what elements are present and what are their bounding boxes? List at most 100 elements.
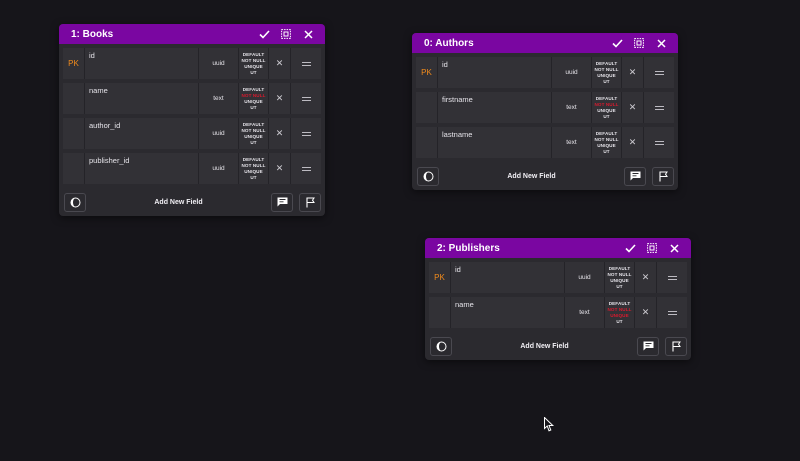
field-constraints[interactable]: DEFAULT NOT NULL UNIQUE UT: [605, 297, 635, 328]
primary-key-label: [416, 127, 438, 158]
field-row[interactable]: publisher_id uuid DEFAULT NOT NULL UNIQU…: [63, 153, 321, 184]
comment-icon[interactable]: [637, 336, 659, 356]
field-row[interactable]: PK id uuid DEFAULT NOT NULL UNIQUE UT ✕: [429, 262, 687, 293]
field-type[interactable]: text: [552, 92, 592, 123]
comment-icon[interactable]: [271, 192, 293, 212]
add-new-field-button[interactable]: Add New Field: [452, 343, 637, 350]
drag-handle-icon[interactable]: [644, 57, 674, 88]
primary-key-label: PK: [63, 48, 85, 79]
delete-field-button[interactable]: ✕: [635, 262, 657, 293]
field-row[interactable]: author_id uuid DEFAULT NOT NULL UNIQUE U…: [63, 118, 321, 149]
field-constraints[interactable]: DEFAULT NOT NULL UNIQUE UT: [592, 127, 622, 158]
field-name[interactable]: name: [451, 297, 565, 328]
field-name[interactable]: lastname: [438, 127, 552, 158]
field-row[interactable]: name text DEFAULT NOT NULL UNIQUE UT ✕: [63, 83, 321, 114]
delete-field-button[interactable]: ✕: [269, 118, 291, 149]
select-all-icon[interactable]: [641, 238, 663, 258]
table-footer: Add New Field: [412, 162, 678, 190]
drag-handle-icon[interactable]: [644, 127, 674, 158]
field-constraints[interactable]: DEFAULT NOT NULL UNIQUE UT: [592, 57, 622, 88]
field-type[interactable]: uuid: [552, 57, 592, 88]
drag-handle-icon[interactable]: [291, 153, 321, 184]
drag-handle-icon[interactable]: [291, 48, 321, 79]
field-name[interactable]: author_id: [85, 118, 199, 149]
constraint-ut[interactable]: UT: [603, 114, 609, 120]
delete-x-icon: ✕: [275, 58, 284, 68]
primary-key-label: [63, 153, 85, 184]
check-icon[interactable]: [253, 24, 275, 44]
delete-field-button[interactable]: ✕: [622, 92, 644, 123]
constraint-ut[interactable]: UT: [250, 140, 256, 146]
field-type[interactable]: uuid: [199, 153, 239, 184]
delete-x-icon: ✕: [275, 128, 284, 138]
field-row[interactable]: PK id uuid DEFAULT NOT NULL UNIQUE UT ✕: [416, 57, 674, 88]
table-header[interactable]: 2: Publishers: [425, 238, 691, 258]
field-name[interactable]: publisher_id: [85, 153, 199, 184]
field-constraints[interactable]: DEFAULT NOT NULL UNIQUE UT: [239, 83, 269, 114]
field-name[interactable]: name: [85, 83, 199, 114]
field-name[interactable]: firstname: [438, 92, 552, 123]
field-type[interactable]: uuid: [199, 48, 239, 79]
field-row[interactable]: lastname text DEFAULT NOT NULL UNIQUE UT…: [416, 127, 674, 158]
check-icon[interactable]: [606, 33, 628, 53]
flag-icon[interactable]: [665, 336, 687, 356]
theme-toggle-icon[interactable]: [64, 192, 86, 212]
drag-handle-icon[interactable]: [291, 83, 321, 114]
delete-field-button[interactable]: ✕: [622, 57, 644, 88]
primary-key-label: [63, 83, 85, 114]
add-new-field-button[interactable]: Add New Field: [439, 173, 624, 180]
constraint-ut[interactable]: UT: [616, 284, 622, 290]
table-card-authors[interactable]: 0: Authors PK id uuid DEFAULT NOT NULL U…: [412, 33, 678, 190]
close-icon[interactable]: [297, 24, 319, 44]
close-icon[interactable]: [650, 33, 672, 53]
field-name[interactable]: id: [85, 48, 199, 79]
delete-field-button[interactable]: ✕: [269, 48, 291, 79]
theme-toggle-icon[interactable]: [417, 166, 439, 186]
field-type[interactable]: uuid: [565, 262, 605, 293]
table-header[interactable]: 1: Books: [59, 24, 325, 44]
select-all-icon[interactable]: [628, 33, 650, 53]
delete-field-button[interactable]: ✕: [269, 83, 291, 114]
theme-toggle-icon[interactable]: [430, 336, 452, 356]
table-footer: Add New Field: [425, 332, 691, 360]
field-constraints[interactable]: DEFAULT NOT NULL UNIQUE UT: [239, 48, 269, 79]
field-constraints[interactable]: DEFAULT NOT NULL UNIQUE UT: [605, 262, 635, 293]
delete-x-icon: ✕: [628, 137, 637, 147]
field-type[interactable]: text: [565, 297, 605, 328]
constraint-ut[interactable]: UT: [603, 79, 609, 85]
field-type[interactable]: text: [552, 127, 592, 158]
field-row[interactable]: PK id uuid DEFAULT NOT NULL UNIQUE UT ✕: [63, 48, 321, 79]
drag-handle-icon[interactable]: [657, 297, 687, 328]
field-constraints[interactable]: DEFAULT NOT NULL UNIQUE UT: [239, 118, 269, 149]
constraint-ut[interactable]: UT: [250, 70, 256, 76]
field-type[interactable]: uuid: [199, 118, 239, 149]
table-card-publishers[interactable]: 2: Publishers PK id uuid DEFAULT NOT NUL…: [425, 238, 691, 360]
drag-handle-icon[interactable]: [657, 262, 687, 293]
delete-field-button[interactable]: ✕: [635, 297, 657, 328]
constraint-ut[interactable]: UT: [603, 149, 609, 155]
table-card-books[interactable]: 1: Books PK id uuid DEFAULT NOT NULL UNI…: [59, 24, 325, 216]
table-header[interactable]: 0: Authors: [412, 33, 678, 53]
field-type[interactable]: text: [199, 83, 239, 114]
delete-field-button[interactable]: ✕: [269, 153, 291, 184]
field-name[interactable]: id: [451, 262, 565, 293]
delete-x-icon: ✕: [275, 163, 284, 173]
field-row[interactable]: name text DEFAULT NOT NULL UNIQUE UT ✕: [429, 297, 687, 328]
check-icon[interactable]: [619, 238, 641, 258]
drag-handle-icon[interactable]: [644, 92, 674, 123]
constraint-ut[interactable]: UT: [616, 319, 622, 325]
flag-icon[interactable]: [652, 166, 674, 186]
constraint-ut[interactable]: UT: [250, 105, 256, 111]
add-new-field-button[interactable]: Add New Field: [86, 199, 271, 206]
field-constraints[interactable]: DEFAULT NOT NULL UNIQUE UT: [592, 92, 622, 123]
field-row[interactable]: firstname text DEFAULT NOT NULL UNIQUE U…: [416, 92, 674, 123]
comment-icon[interactable]: [624, 166, 646, 186]
close-icon[interactable]: [663, 238, 685, 258]
field-constraints[interactable]: DEFAULT NOT NULL UNIQUE UT: [239, 153, 269, 184]
delete-field-button[interactable]: ✕: [622, 127, 644, 158]
select-all-icon[interactable]: [275, 24, 297, 44]
field-name[interactable]: id: [438, 57, 552, 88]
constraint-ut[interactable]: UT: [250, 175, 256, 181]
drag-handle-icon[interactable]: [291, 118, 321, 149]
flag-icon[interactable]: [299, 192, 321, 212]
